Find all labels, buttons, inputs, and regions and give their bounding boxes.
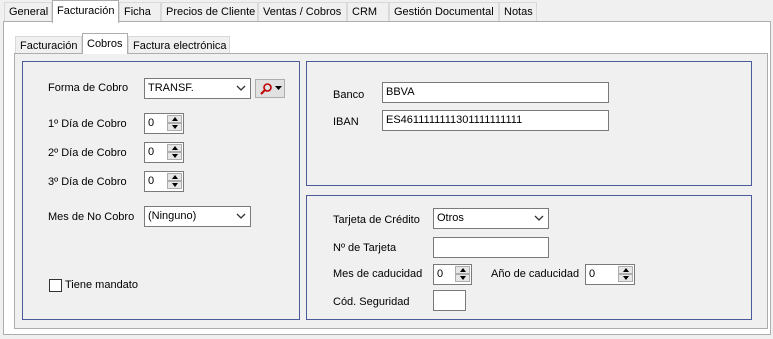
tab-crm[interactable]: CRM [347,2,389,22]
tarjeta-tipo-label: Tarjeta de Crédito [333,214,420,226]
forma-cobro-value: TRANSF. [148,82,194,94]
dia3-up-button[interactable] [167,173,182,181]
subtab-cobros[interactable]: Cobros [82,33,128,54]
dia3-down-button[interactable] [167,181,182,189]
tab-notas[interactable]: Notas [499,2,537,22]
dia1-up-button[interactable] [167,115,182,123]
dia3-value: 0 [148,175,155,187]
dia1-label: 1º Día de Cobro [48,118,127,130]
dia2-down-button[interactable] [167,152,182,160]
tarjeta-tipo-value: Otros [437,212,464,224]
tarjeta-tipo-select[interactable]: Otros [433,208,549,229]
anio-up-button[interactable] [618,266,633,274]
dia1-stepper[interactable]: 0 [144,113,184,134]
mandato-checkbox[interactable] [49,279,62,292]
mes-caducidad-label: Mes de caducidad [333,268,423,280]
chevron-down-icon [236,213,246,219]
dia1-value: 0 [148,117,155,129]
tab-general[interactable]: General [4,2,52,22]
chevron-down-icon [534,215,544,221]
anio-caducidad-value: 0 [589,268,596,280]
dia3-stepper[interactable]: 0 [144,171,184,192]
mes-caducidad-stepper[interactable]: 0 [433,264,472,285]
iban-field[interactable]: ES4611111111301111111111 [382,110,609,131]
mes-down-button[interactable] [455,274,470,282]
tarjeta-numero-field[interactable] [433,237,549,258]
iban-label: IBAN [333,116,359,128]
dia3-label: 3º Día de Cobro [48,176,127,188]
mes-no-cobro-value: (Ninguno) [148,210,197,222]
mes-up-button[interactable] [455,266,470,274]
anio-down-button[interactable] [618,274,633,282]
forma-cobro-search-button[interactable] [255,79,285,98]
banco-label: Banco [333,89,365,101]
dia2-stepper[interactable]: 0 [144,142,184,163]
tab-gestion-documental[interactable]: Gestión Documental [389,2,499,22]
tab-ficha[interactable]: Ficha [119,2,161,22]
tab-ventas-cobros[interactable]: Ventas / Cobros [258,2,347,22]
dia2-value: 0 [148,146,155,158]
dia2-label: 2º Día de Cobro [48,147,127,159]
mes-no-cobro-select[interactable]: (Ninguno) [144,206,251,227]
cobros-panel: Forma de Cobro TRANSF. 1º Día de Cobro 0… [22,61,300,320]
chevron-down-icon [236,85,246,91]
anio-caducidad-stepper[interactable]: 0 [585,264,635,285]
forma-cobro-select[interactable]: TRANSF. [144,78,251,99]
banco-field[interactable]: BBVA [382,82,609,103]
mes-caducidad-value: 0 [437,268,444,280]
cod-seguridad-field[interactable] [433,290,466,311]
magnifier-icon [260,83,272,95]
anio-caducidad-label: Año de caducidad [491,268,580,280]
dia2-up-button[interactable] [167,144,182,152]
cod-seguridad-label: Cód. Seguridad [333,296,410,308]
tab-precios-cliente[interactable]: Precios de Cliente [161,2,258,22]
main-tab-bar: General Facturación Ficha Precios de Cli… [0,0,773,23]
mes-no-cobro-label: Mes de No Cobro [48,211,135,223]
dia1-down-button[interactable] [167,123,182,131]
tarjeta-panel: Tarjeta de Crédito Otros Nº de Tarjeta M… [306,195,752,320]
tab-facturacion[interactable]: Facturación [52,0,119,23]
chevron-down-icon [275,86,282,90]
banco-panel: Banco BBVA IBAN ES4611111111301111111111 [306,61,752,186]
forma-cobro-label: Forma de Cobro [48,82,129,94]
tarjeta-numero-label: Nº de Tarjeta [333,242,397,254]
mandato-label: Tiene mandato [65,279,138,291]
